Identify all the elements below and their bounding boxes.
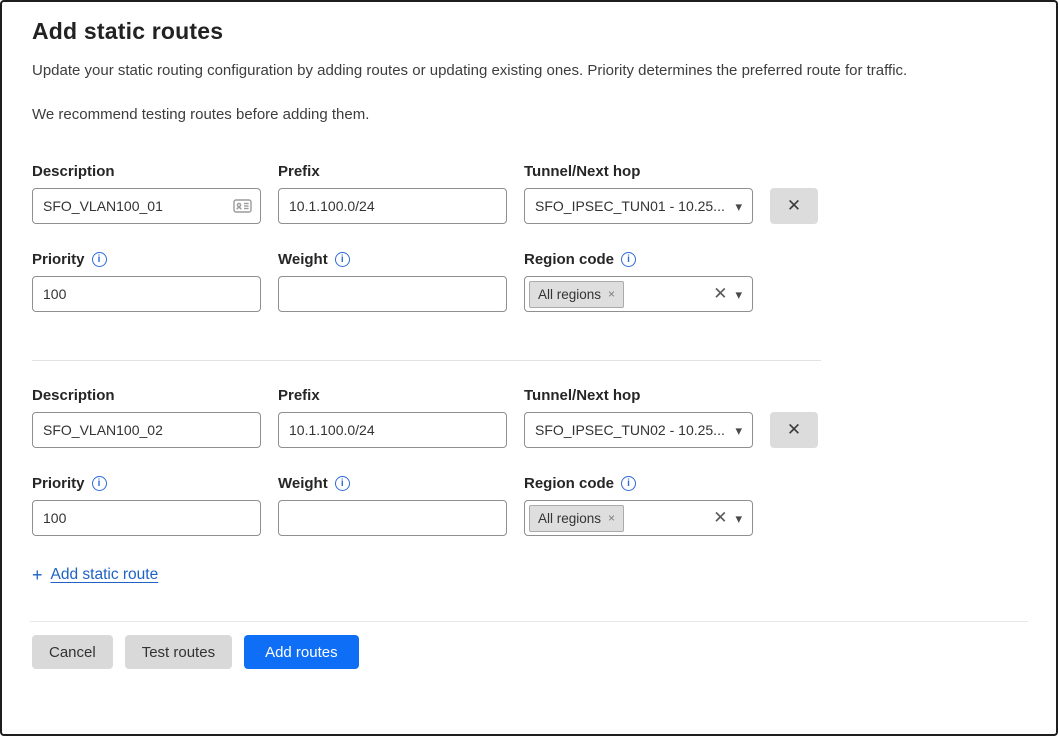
prefix-input[interactable] bbox=[278, 412, 507, 448]
add-routes-button[interactable]: Add routes bbox=[244, 635, 359, 669]
weight-input[interactable] bbox=[278, 276, 507, 312]
description-label: Description bbox=[32, 387, 115, 404]
region-label: Region code bbox=[524, 251, 614, 268]
priority-label: Priority bbox=[32, 475, 85, 492]
weight-field: Weight i bbox=[278, 475, 507, 536]
region-select[interactable]: All regions × ✕ ▾ bbox=[524, 500, 753, 536]
intro-text: Update your static routing configuration… bbox=[32, 62, 1026, 79]
priority-label: Priority bbox=[32, 251, 85, 268]
page-title: Add static routes bbox=[32, 18, 1026, 45]
note-text: We recommend testing routes before addin… bbox=[32, 106, 1026, 123]
tunnel-label: Tunnel/Next hop bbox=[524, 163, 640, 180]
weight-input[interactable] bbox=[278, 500, 507, 536]
chevron-down-icon: ▾ bbox=[735, 200, 742, 213]
clear-icon[interactable]: ✕ bbox=[713, 286, 727, 303]
cancel-button[interactable]: Cancel bbox=[32, 635, 113, 669]
route-block-2: Description Prefix Tunnel/Next hop SFO_I… bbox=[32, 387, 1026, 536]
footer-actions: Cancel Test routes Add routes bbox=[32, 635, 1026, 669]
chip-remove-icon[interactable]: × bbox=[608, 287, 615, 301]
description-input[interactable] bbox=[32, 188, 261, 224]
tunnel-field: Tunnel/Next hop SFO_IPSEC_TUN02 - 10.25.… bbox=[524, 387, 753, 448]
description-input[interactable] bbox=[32, 412, 261, 448]
add-static-routes-dialog: Add static routes Update your static rou… bbox=[2, 2, 1056, 734]
region-chip[interactable]: All regions × bbox=[529, 505, 624, 532]
tunnel-label: Tunnel/Next hop bbox=[524, 387, 640, 404]
info-icon[interactable]: i bbox=[335, 252, 350, 267]
region-label: Region code bbox=[524, 475, 614, 492]
region-field: Region code i All regions × ✕ ▾ bbox=[524, 475, 753, 536]
region-field: Region code i All regions × ✕ ▾ bbox=[524, 251, 753, 312]
description-field: Description bbox=[32, 387, 261, 448]
tunnel-select[interactable]: SFO_IPSEC_TUN02 - 10.25... ▾ bbox=[524, 412, 753, 448]
info-icon[interactable]: i bbox=[621, 476, 636, 491]
info-icon[interactable]: i bbox=[92, 252, 107, 267]
tunnel-select-value: SFO_IPSEC_TUN02 - 10.25... bbox=[535, 422, 727, 438]
weight-label: Weight bbox=[278, 251, 328, 268]
region-select[interactable]: All regions × ✕ ▾ bbox=[524, 276, 753, 312]
description-field: Description bbox=[32, 163, 261, 224]
info-icon[interactable]: i bbox=[335, 476, 350, 491]
add-static-route-link[interactable]: + Add static route bbox=[32, 566, 158, 584]
prefix-label: Prefix bbox=[278, 163, 320, 180]
close-icon: ✕ bbox=[787, 422, 801, 439]
priority-input[interactable] bbox=[32, 276, 261, 312]
contact-card-icon[interactable] bbox=[233, 199, 252, 213]
priority-field: Priority i bbox=[32, 475, 261, 536]
region-chip[interactable]: All regions × bbox=[529, 281, 624, 308]
tunnel-select-value: SFO_IPSEC_TUN01 - 10.25... bbox=[535, 198, 727, 214]
tunnel-select[interactable]: SFO_IPSEC_TUN01 - 10.25... ▾ bbox=[524, 188, 753, 224]
footer-divider bbox=[30, 621, 1028, 622]
chevron-down-icon: ▾ bbox=[735, 424, 742, 437]
prefix-field: Prefix bbox=[278, 163, 507, 224]
add-static-route-label: Add static route bbox=[51, 566, 159, 584]
route-block-1: Description bbox=[32, 163, 1026, 312]
section-divider bbox=[32, 360, 821, 361]
region-chip-label: All regions bbox=[538, 287, 601, 302]
weight-label: Weight bbox=[278, 475, 328, 492]
description-label: Description bbox=[32, 163, 115, 180]
chip-remove-icon[interactable]: × bbox=[608, 511, 615, 525]
info-icon[interactable]: i bbox=[92, 476, 107, 491]
plus-icon: + bbox=[32, 566, 43, 584]
weight-field: Weight i bbox=[278, 251, 507, 312]
priority-input[interactable] bbox=[32, 500, 261, 536]
prefix-label: Prefix bbox=[278, 387, 320, 404]
chevron-down-icon: ▾ bbox=[735, 288, 742, 301]
tunnel-field: Tunnel/Next hop SFO_IPSEC_TUN01 - 10.25.… bbox=[524, 163, 753, 224]
chevron-down-icon: ▾ bbox=[735, 512, 742, 525]
remove-route-button[interactable]: ✕ bbox=[770, 188, 818, 224]
region-chip-label: All regions bbox=[538, 511, 601, 526]
prefix-field: Prefix bbox=[278, 387, 507, 448]
close-icon: ✕ bbox=[787, 198, 801, 215]
test-routes-button[interactable]: Test routes bbox=[125, 635, 232, 669]
info-icon[interactable]: i bbox=[621, 252, 636, 267]
priority-field: Priority i bbox=[32, 251, 261, 312]
prefix-input[interactable] bbox=[278, 188, 507, 224]
clear-icon[interactable]: ✕ bbox=[713, 510, 727, 527]
remove-route-button[interactable]: ✕ bbox=[770, 412, 818, 448]
